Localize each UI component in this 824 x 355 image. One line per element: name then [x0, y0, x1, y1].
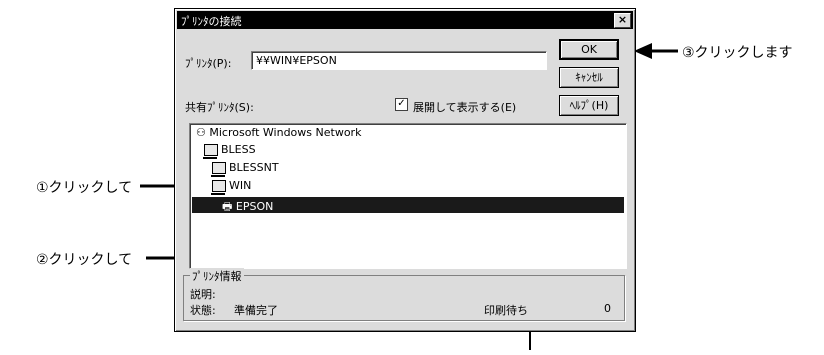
- expand-checkbox[interactable]: ✓: [395, 98, 408, 111]
- dialog-title: ﾌﾟﾘﾝﾀの接続: [181, 15, 242, 28]
- workgroup-icon: [203, 144, 218, 159]
- annotation-step3: ③クリックします: [682, 45, 793, 61]
- expand-checkbox-label: 展開して表示する(E): [413, 101, 517, 114]
- close-button[interactable]: ×: [614, 13, 631, 28]
- queue-value: 0: [604, 302, 611, 315]
- status-label: 状態:: [190, 304, 216, 317]
- tree-item-bless-label: BLESS: [221, 143, 256, 156]
- printer-path-value: ¥¥WIN¥EPSON: [256, 54, 337, 67]
- computer-icon: [211, 162, 226, 177]
- tree-item-win-label: WIN: [229, 179, 252, 192]
- network-icon: ⚇: [196, 126, 210, 139]
- printer-path-field[interactable]: ¥¥WIN¥EPSON: [251, 51, 547, 70]
- tree-item-blessnt-label: BLESSNT: [229, 161, 279, 174]
- tree-item-network-label: Microsoft Windows Network: [209, 126, 362, 139]
- tree-item-win[interactable]: WIN: [211, 179, 252, 195]
- description-label: 説明:: [190, 288, 216, 301]
- computer-icon: [211, 180, 226, 195]
- shared-printers-tree[interactable]: ⚇ Microsoft Windows Network BLESS BLESSN…: [189, 123, 627, 269]
- tree-item-network[interactable]: ⚇ Microsoft Windows Network: [196, 126, 361, 139]
- printer-info-label: ﾌﾟﾘﾝﾀ情報: [190, 268, 244, 284]
- title-bar: ﾌﾟﾘﾝﾀの接続 ×: [177, 11, 633, 29]
- tree-item-blessnt[interactable]: BLESSNT: [211, 161, 279, 177]
- printer-info-group: ﾌﾟﾘﾝﾀ情報 説明: 状態: 準備完了 印刷待ち 0: [183, 268, 625, 321]
- tree-item-bless[interactable]: BLESS: [203, 143, 256, 159]
- shared-printers-label: 共有ﾌﾟﾘﾝﾀ(S):: [185, 101, 254, 114]
- printer-connect-dialog: ﾌﾟﾘﾝﾀの接続 × ﾌﾟﾘﾝﾀ(P): ¥¥WIN¥EPSON OK ｷｬﾝｾ…: [174, 8, 636, 332]
- queue-label: 印刷待ち: [484, 304, 528, 317]
- tree-item-epson[interactable]: 🖶 EPSON: [222, 198, 273, 217]
- annotation-step1: ①クリックして: [36, 180, 133, 196]
- printer-label: ﾌﾟﾘﾝﾀ(P):: [185, 57, 232, 70]
- annotation-step2: ②クリックして: [36, 252, 133, 268]
- status-value: 準備完了: [234, 304, 278, 317]
- help-button[interactable]: ﾍﾙﾌﾟ(H): [559, 95, 619, 116]
- tree-item-epson-label: EPSON: [235, 200, 274, 213]
- cancel-button[interactable]: ｷｬﾝｾﾙ: [559, 67, 619, 88]
- ok-button[interactable]: OK: [559, 39, 619, 60]
- printer-icon: 🖶: [222, 200, 236, 213]
